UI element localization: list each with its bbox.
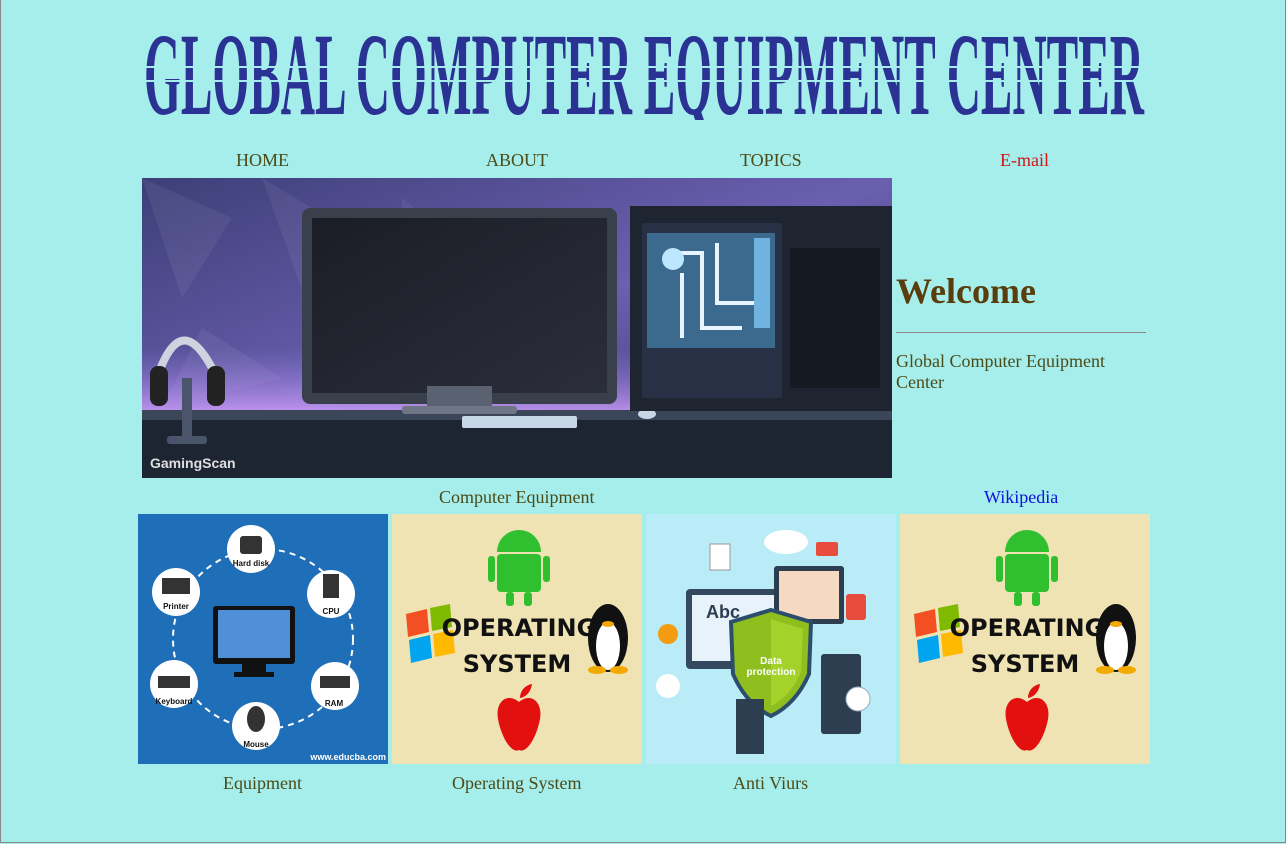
part-label-mouse: Mouse [243, 740, 269, 749]
part-label-printer: Printer [163, 602, 189, 611]
wikipedia-link[interactable]: Wikipedia [984, 487, 1058, 508]
hero-watermark-left: Gaming [150, 455, 202, 471]
equipment-credit: www.educba.com [309, 752, 386, 762]
os-title-line1: OPERATING [950, 614, 1105, 642]
part-label-keyboard: Keyboard [156, 697, 193, 706]
welcome-divider [896, 332, 1146, 333]
shield-label-line1: Data [760, 656, 782, 667]
equipment-tile[interactable]: Hard disk CPU RAM Mouse Keyboard Printer… [138, 514, 388, 764]
part-label-ram: RAM [325, 699, 344, 708]
anti-virus-tile[interactable]: Abc Data protection [646, 514, 896, 764]
site-banner: GLOBAL COMPUTER EQUIPMENT CENTER [143, 18, 1145, 120]
caption-equipment: Equipment [223, 773, 302, 793]
operating-system-tile-2[interactable]: OPERATING SYSTEM [900, 514, 1150, 764]
banner-title: GLOBAL COMPUTER EQUIPMENT CENTER [144, 18, 1145, 120]
section-title: Computer Equipment [439, 487, 595, 507]
os-title-line1: OPERATING [442, 614, 597, 642]
nav-home[interactable]: HOME [236, 150, 289, 171]
nav-about[interactable]: ABOUT [486, 150, 548, 171]
nav-topics[interactable]: TOPICS [740, 150, 802, 171]
svg-text:GamingScan: GamingScan [150, 455, 236, 471]
os-title-line2: SYSTEM [971, 650, 1080, 678]
welcome-heading: Welcome [896, 271, 1036, 311]
hero-watermark-right: Scan [202, 455, 235, 471]
nav-email[interactable]: E-mail [1000, 150, 1049, 171]
welcome-text: Global Computer Equipment Center [896, 351, 1105, 392]
hero-image: GamingScan [142, 178, 892, 478]
top-nav: HOME ABOUT TOPICS E-mail [0, 150, 1286, 174]
shield-label-line2: protection [747, 667, 796, 678]
operating-system-tile[interactable]: OPERATING SYSTEM [392, 514, 642, 764]
caption-anti-virus: Anti Viurs [733, 773, 809, 793]
part-label-hard-disk: Hard disk [233, 559, 270, 568]
part-label-cpu: CPU [323, 607, 340, 616]
caption-operating-system: Operating System [452, 773, 582, 793]
welcome-panel: Welcome Global Computer Equipment Center [896, 270, 1146, 393]
os-title-line2: SYSTEM [463, 650, 572, 678]
